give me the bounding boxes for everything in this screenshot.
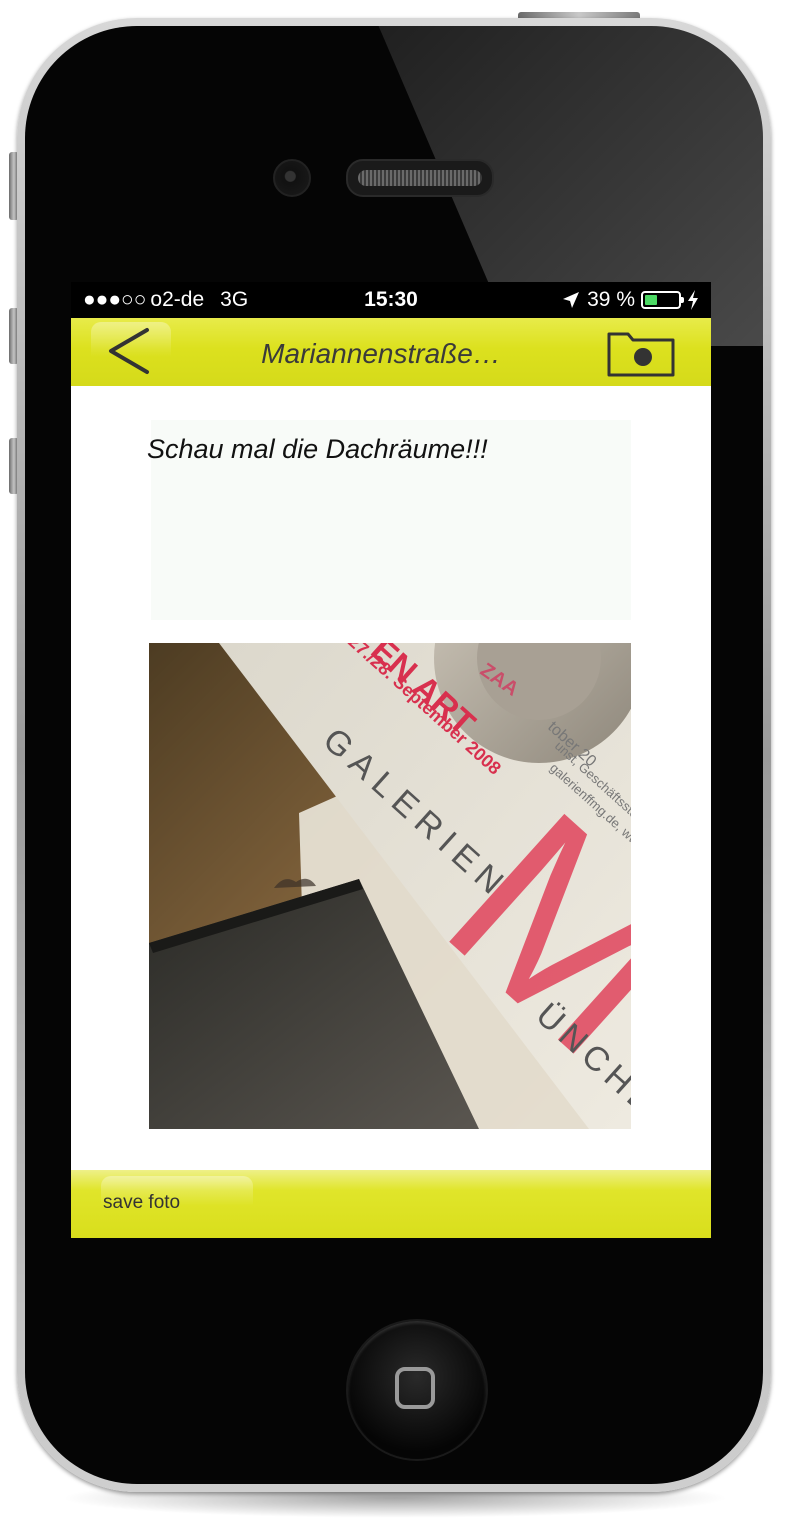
home-square-icon (395, 1367, 435, 1409)
save-foto-label[interactable]: save foto (103, 1192, 180, 1214)
battery-percent: 39 % (587, 288, 635, 311)
earpiece-speaker (346, 159, 494, 197)
battery-fill (645, 295, 657, 305)
page-title: Mariannenstraße… (261, 338, 501, 369)
attached-photo[interactable]: ZAA EN ART 27./28. September 2008 GALERI… (149, 553, 711, 1145)
camera-icon (607, 332, 675, 377)
nav-bar: Mariannenstraße… (71, 318, 711, 386)
location-arrow-icon (563, 292, 580, 308)
bottom-toolbar: save foto (71, 1170, 711, 1238)
chevron-left-icon (109, 328, 149, 374)
camera-button[interactable] (606, 328, 676, 383)
message-box: Schau mal die Dachräume!!! (147, 420, 631, 620)
battery-icon (641, 291, 684, 309)
front-camera (273, 159, 311, 197)
charging-bolt-icon (688, 290, 698, 310)
status-right: 39 % (561, 288, 699, 312)
back-button[interactable] (91, 322, 171, 380)
photo-image: ZAA EN ART 27./28. September 2008 GALERI… (149, 553, 711, 1145)
message-text: Schau mal die Dachräume!!! (147, 434, 488, 464)
home-button[interactable] (348, 1321, 486, 1459)
status-bar: ●●●○○ o2-de 3G 15:30 39 % (71, 282, 711, 318)
app-screen: ●●●○○ o2-de 3G 15:30 39 % Mariannenstraße… (71, 282, 711, 1238)
